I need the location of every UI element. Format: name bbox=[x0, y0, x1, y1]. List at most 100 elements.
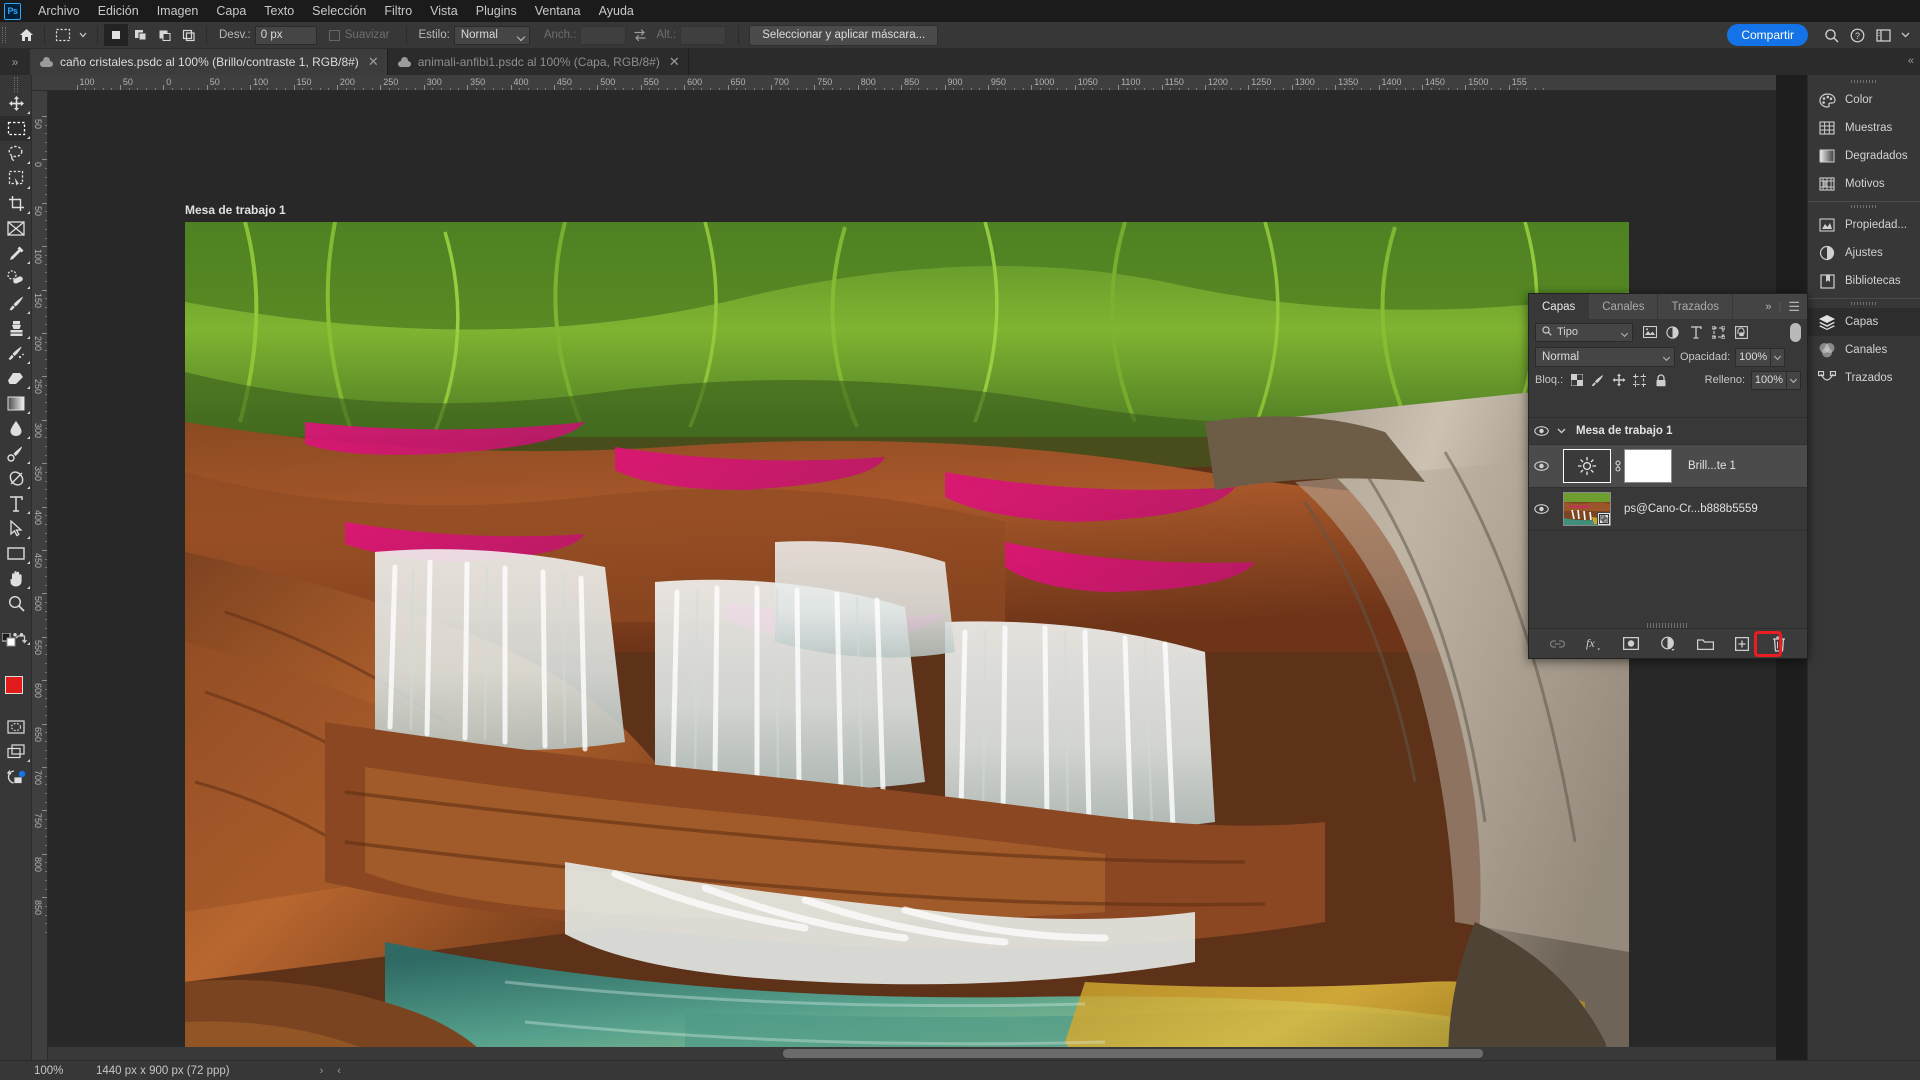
adjustment-filter-icon[interactable] bbox=[1661, 322, 1684, 342]
menu-archivo[interactable]: Archivo bbox=[29, 1, 89, 21]
layer-name-artboard[interactable]: Mesa de trabajo 1 bbox=[1576, 425, 1673, 437]
layer-row-artboard[interactable]: Mesa de trabajo 1 bbox=[1529, 418, 1807, 445]
pixel-filter-icon[interactable] bbox=[1638, 322, 1661, 342]
tab-capas[interactable]: Capas bbox=[1529, 294, 1590, 319]
tab-trazados[interactable]: Trazados bbox=[1658, 294, 1733, 319]
layer-visibility-toggle[interactable] bbox=[1529, 426, 1554, 436]
menu-texto[interactable]: Texto bbox=[255, 1, 303, 21]
layer-thumbnail[interactable] bbox=[1563, 492, 1611, 526]
eraser-tool[interactable] bbox=[0, 366, 32, 391]
dodge-tool[interactable] bbox=[0, 441, 32, 466]
dock-grip[interactable] bbox=[1808, 202, 1920, 211]
artboard-label[interactable]: Mesa de trabajo 1 bbox=[185, 203, 286, 217]
chevron-right-icon[interactable]: › bbox=[320, 1065, 324, 1077]
layer-mask-button[interactable] bbox=[1621, 634, 1641, 654]
smartobject-filter-icon[interactable] bbox=[1730, 322, 1753, 342]
fill-input[interactable]: 100% bbox=[1751, 370, 1787, 390]
layer-name-smart-object[interactable]: ps@Cano-Cr...b888b5559 bbox=[1624, 503, 1758, 515]
workspace-icon[interactable] bbox=[1870, 24, 1896, 46]
rectangle-tool[interactable] bbox=[0, 541, 32, 566]
artboard-canvas[interactable] bbox=[185, 222, 1629, 1060]
dock-item-canales[interactable]: Canales bbox=[1808, 336, 1920, 364]
lock-transparent-pixels-icon[interactable] bbox=[1569, 372, 1584, 388]
zoom-level[interactable]: 100% bbox=[0, 1065, 90, 1077]
search-icon[interactable] bbox=[1818, 24, 1844, 46]
horizontal-ruler[interactable]: 100 50 0 50 100 150 200 250 300 350 400 450 500 550 60… bbox=[32, 75, 1776, 91]
frame-tool[interactable] bbox=[0, 216, 32, 241]
shape-filter-icon[interactable] bbox=[1707, 322, 1730, 342]
share-button[interactable]: Compartir bbox=[1727, 24, 1808, 46]
layer-visibility-toggle[interactable] bbox=[1529, 504, 1554, 514]
clone-stamp-tool[interactable] bbox=[0, 316, 32, 341]
tool-preset-chevron-down-icon[interactable] bbox=[75, 24, 91, 46]
zoom-tool[interactable] bbox=[0, 591, 32, 616]
document-tab-1[interactable]: caño cristales.psdc al 100% (Brillo/cont… bbox=[30, 49, 388, 75]
new-adjustment-layer-button[interactable] bbox=[1658, 634, 1678, 654]
hand-tool[interactable] bbox=[0, 566, 32, 591]
dock-item-capas[interactable]: Capas bbox=[1808, 308, 1920, 336]
blend-mode-select[interactable]: Normal bbox=[1535, 347, 1675, 367]
dock-item-muestras[interactable]: Muestras bbox=[1808, 114, 1920, 142]
menu-plugins[interactable]: Plugins bbox=[467, 1, 526, 21]
dock-grip[interactable] bbox=[1808, 299, 1920, 308]
menu-ventana[interactable]: Ventana bbox=[526, 1, 590, 21]
layer-mask-link-icon[interactable] bbox=[1611, 459, 1624, 473]
spot-healing-brush-tool[interactable] bbox=[0, 266, 32, 291]
chevron-down-icon[interactable] bbox=[1554, 428, 1568, 434]
lasso-tool[interactable] bbox=[0, 141, 32, 166]
lock-image-pixels-icon[interactable] bbox=[1590, 372, 1605, 388]
screen-mode-icon[interactable] bbox=[0, 739, 32, 764]
layer-row-smart-object[interactable]: ps@Cano-Cr...b888b5559 bbox=[1529, 488, 1807, 531]
adjustment-layer-thumbnail[interactable] bbox=[1563, 449, 1611, 483]
gradient-tool[interactable] bbox=[0, 391, 32, 416]
menu-filtro[interactable]: Filtro bbox=[375, 1, 421, 21]
menu-seleccion[interactable]: Selección bbox=[303, 1, 375, 21]
dock-grip[interactable] bbox=[1808, 77, 1920, 86]
menu-imagen[interactable]: Imagen bbox=[148, 1, 208, 21]
chevron-double-right-icon[interactable]: » bbox=[0, 49, 30, 75]
intersect-selection-icon[interactable] bbox=[176, 24, 200, 46]
dock-item-ajustes[interactable]: Ajustes bbox=[1808, 239, 1920, 267]
brush-tool[interactable] bbox=[0, 291, 32, 316]
foreground-color-swatch[interactable] bbox=[5, 676, 23, 694]
vertical-ruler[interactable]: 50 0 50 100 150 200 250 300 350 400 450 500 550 600 65… bbox=[32, 91, 48, 1060]
menu-vista[interactable]: Vista bbox=[421, 1, 467, 21]
style-select[interactable]: Normal bbox=[453, 25, 530, 45]
blur-tool[interactable] bbox=[0, 416, 32, 441]
add-to-selection-icon[interactable] bbox=[128, 24, 152, 46]
antialias-checkbox[interactable] bbox=[328, 29, 340, 41]
history-brush-tool[interactable] bbox=[0, 341, 32, 366]
layer-name-adjustment[interactable]: Brill...te 1 bbox=[1688, 460, 1736, 472]
chevron-down-icon[interactable] bbox=[1896, 24, 1914, 46]
menu-ayuda[interactable]: Ayuda bbox=[590, 1, 643, 21]
layer-visibility-toggle[interactable] bbox=[1529, 461, 1554, 471]
feather-input[interactable]: 0 px bbox=[254, 25, 317, 45]
link-layers-button[interactable] bbox=[1547, 634, 1567, 654]
close-icon[interactable]: ✕ bbox=[368, 55, 379, 68]
share-image-icon[interactable] bbox=[0, 764, 32, 789]
type-filter-icon[interactable] bbox=[1684, 322, 1707, 342]
color-swatches[interactable] bbox=[0, 674, 32, 708]
filter-enable-toggle[interactable] bbox=[1790, 322, 1801, 342]
lock-position-icon[interactable] bbox=[1611, 372, 1626, 388]
tab-canales[interactable]: Canales bbox=[1589, 294, 1659, 319]
dock-item-color[interactable]: Color bbox=[1808, 86, 1920, 114]
path-selection-tool[interactable] bbox=[0, 516, 32, 541]
opacity-input[interactable]: 100% bbox=[1735, 347, 1772, 367]
quick-mask-icon[interactable] bbox=[0, 714, 32, 739]
move-tool[interactable] bbox=[0, 91, 32, 116]
default-colors-icon[interactable] bbox=[1, 632, 16, 652]
chevron-left-icon[interactable]: ‹ bbox=[337, 1065, 341, 1077]
rectangular-marquee-tool[interactable] bbox=[0, 116, 32, 141]
help-icon[interactable]: ? bbox=[1844, 24, 1870, 46]
swap-dimensions-icon[interactable] bbox=[626, 24, 654, 46]
object-selection-tool[interactable] bbox=[0, 166, 32, 191]
layer-row-adjustment[interactable]: Brill...te 1 bbox=[1529, 445, 1807, 488]
hamburger-menu-icon[interactable]: ☰ bbox=[1788, 299, 1800, 315]
canvas-area[interactable]: Mesa de trabajo 1 bbox=[48, 91, 1776, 1060]
opacity-dropdown-icon[interactable] bbox=[1771, 347, 1786, 367]
menu-edicion[interactable]: Edición bbox=[89, 1, 148, 21]
fill-dropdown-icon[interactable] bbox=[1787, 370, 1801, 390]
crop-tool[interactable] bbox=[0, 191, 32, 216]
height-input[interactable] bbox=[680, 25, 727, 45]
